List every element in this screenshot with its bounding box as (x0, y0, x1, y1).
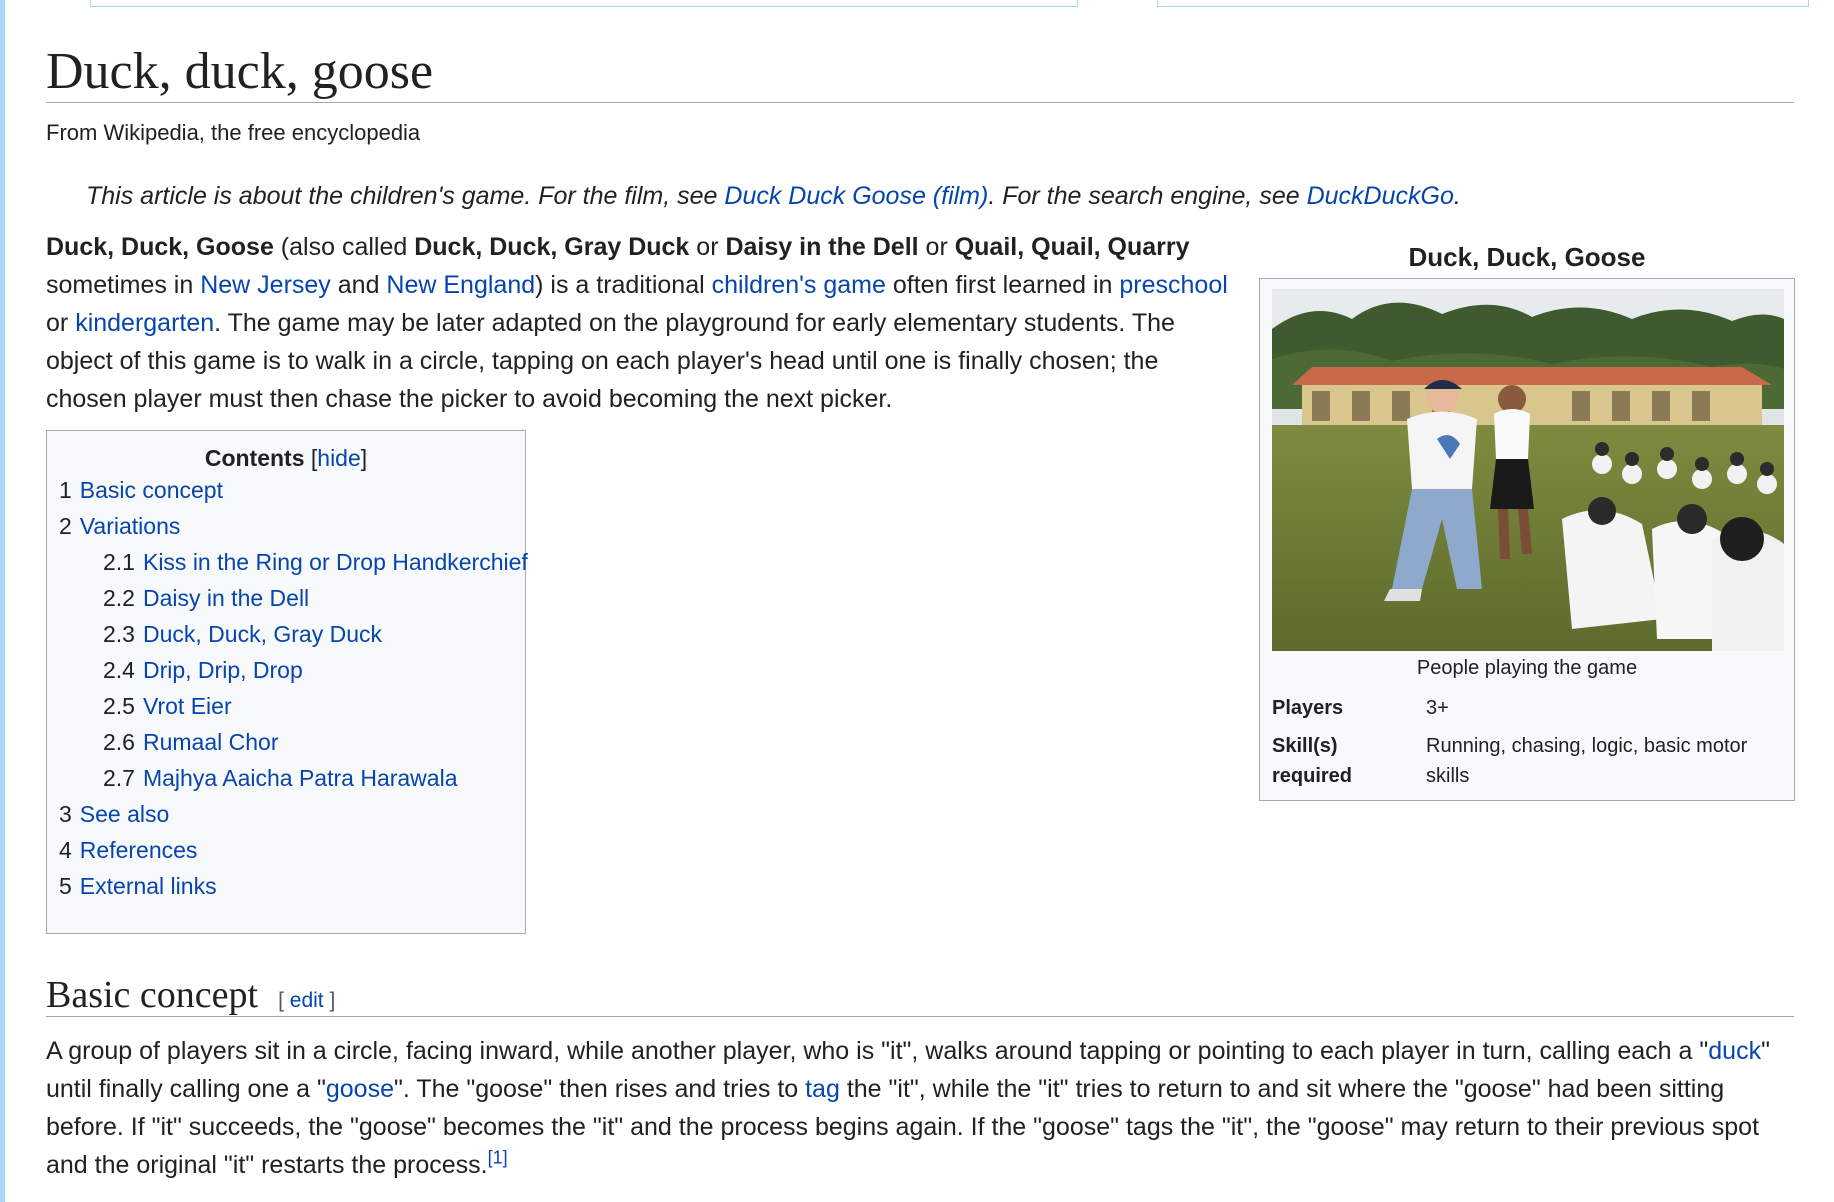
bold-alt-name: Duck, Duck, Gray Duck (414, 233, 690, 261)
film-link[interactable]: Duck Duck Goose (film) (724, 182, 988, 210)
kindergarten-link[interactable]: kindergarten (75, 309, 214, 337)
toc-item[interactable]: 2.4 Drip, Drip, Drop (47, 652, 525, 688)
toc-number: 2.6 (103, 729, 135, 755)
toc-link[interactable]: Drip, Drip, Drop (143, 657, 303, 683)
toc-item[interactable]: 2.3 Duck, Duck, Gray Duck (47, 616, 525, 652)
toc-title: Contents [hide] (47, 445, 525, 472)
lead-text: or (689, 233, 726, 261)
bold-title: Duck, Duck, Goose (46, 233, 274, 261)
lead-text: or (46, 309, 76, 337)
lead-text: and (330, 271, 387, 299)
lead-text: often first learned in (885, 271, 1120, 299)
toc-link[interactable]: Duck, Duck, Gray Duck (143, 621, 382, 647)
toc-number: 1 (59, 477, 72, 503)
bold-alt-name: Daisy in the Dell (725, 233, 919, 261)
left-border (0, 0, 5, 1202)
toc-number: 2.5 (103, 693, 135, 719)
photo-illustration (1272, 289, 1784, 651)
toc-item[interactable]: 2.6 Rumaal Chor (47, 724, 525, 760)
game-photo[interactable] (1272, 289, 1784, 651)
infobox: Duck, Duck, Goose People playing the gam… (1259, 236, 1795, 801)
lead-text: or (918, 233, 955, 261)
infobox-title: Duck, Duck, Goose (1408, 242, 1646, 272)
toc-number: 2.4 (103, 657, 135, 683)
site-tagline: From Wikipedia, the free encyclopedia (46, 120, 421, 145)
section-edit: [ edit ] (278, 989, 335, 1012)
infobox-row-skills: Skill(s) required Running, chasing, logi… (1272, 731, 1782, 791)
toc-number: 5 (59, 873, 72, 899)
toc-link[interactable]: Rumaal Chor (143, 729, 279, 755)
toc-number: 2.3 (103, 621, 135, 647)
toc-number: 2.1 (103, 549, 135, 575)
top-tab-strip-left (90, 0, 1078, 7)
lead-text: ) is a traditional (535, 271, 712, 299)
new-jersey-link[interactable]: New Jersey (200, 271, 331, 299)
toc-link[interactable]: Daisy in the Dell (143, 585, 309, 611)
page-title: Duck, duck, goose (46, 40, 1794, 103)
infobox-row-players: Players 3+ (1272, 693, 1782, 723)
toc-link[interactable]: Vrot Eier (143, 693, 232, 719)
toc-number: 2 (59, 513, 72, 539)
lead-paragraph: Duck, Duck, Goose (also called Duck, Duc… (46, 228, 1238, 418)
toc-item[interactable]: 2.1 Kiss in the Ring or Drop Handkerchief (47, 544, 528, 580)
top-tab-strip-right (1157, 0, 1809, 7)
table-of-contents: Contents [hide] 1 Basic concept 2 Variatio… (46, 430, 528, 934)
toc-number: 2.2 (103, 585, 135, 611)
edit-bracket: [ (278, 989, 290, 1012)
toc-item[interactable]: 2.5 Vrot Eier (47, 688, 525, 724)
toc-item[interactable]: 3 See also (47, 796, 525, 832)
toc-item[interactable]: 5 External links (47, 868, 525, 904)
toc-heading: Contents (204, 445, 305, 471)
infobox-body: People playing the game Players 3+ Skill… (1259, 278, 1795, 801)
hatnote: This article is about the children's gam… (86, 182, 1461, 211)
toc-link[interactable]: Majhya Aaicha Patra Harawala (143, 765, 458, 791)
lead-text: (also called (273, 233, 415, 261)
toc-link[interactable]: References (80, 837, 198, 863)
toc-item[interactable]: 2.2 Daisy in the Dell (47, 580, 525, 616)
tag-link[interactable]: tag (805, 1075, 840, 1103)
childrens-game-link[interactable]: children's game (712, 271, 886, 299)
image-caption: People playing the game (1416, 657, 1638, 679)
edit-link[interactable]: edit (290, 989, 324, 1012)
skills-value: Running, chasing, logic, basic motor ski… (1426, 735, 1748, 787)
toc-number: 4 (59, 837, 72, 863)
edit-bracket: ] (323, 989, 336, 1012)
goose-link[interactable]: goose (326, 1075, 394, 1103)
duck-link[interactable]: duck (1708, 1037, 1761, 1065)
new-england-link[interactable]: New England (386, 271, 535, 299)
preschool-link[interactable]: preschool (1119, 271, 1227, 299)
toc-link[interactable]: Kiss in the Ring or Drop Handkerchief (143, 549, 528, 575)
toc-hide-toggle[interactable]: hide (317, 445, 360, 471)
hatnote-text: This article is about the children's gam… (86, 182, 725, 210)
toc-link[interactable]: See also (80, 801, 170, 827)
toc-number: 3 (59, 801, 72, 827)
section-heading-text: Basic concept (46, 974, 259, 1016)
lead-text: sometimes in (46, 271, 201, 299)
toc-item[interactable]: 2.7 Majhya Aaicha Patra Harawala (47, 760, 525, 796)
toc-item[interactable]: 1 Basic concept (47, 472, 525, 508)
toc-link[interactable]: Variations (80, 513, 181, 539)
section-heading: Basic concept [ edit ] (46, 972, 1794, 1017)
hatnote-text: . For the search engine, see (988, 182, 1307, 210)
toc-bracket: ] (360, 445, 368, 471)
players-label: Players (1272, 697, 1344, 719)
paragraph-text: ". The "goose" then rises and tries to (394, 1075, 806, 1103)
duckduckgo-link[interactable]: DuckDuckGo (1307, 182, 1454, 210)
skills-label: Skill(s) required (1272, 735, 1353, 787)
toc-list: 1 Basic concept 2 Variations 2.1 Kiss in th… (47, 472, 528, 904)
toc-item[interactable]: 4 References (47, 832, 525, 868)
toc-link[interactable]: Basic concept (80, 477, 223, 503)
reference-link[interactable]: [1] (488, 1148, 508, 1168)
section-paragraph: A group of players sit in a circle, faci… (46, 1032, 1794, 1184)
toc-item[interactable]: 2 Variations (47, 508, 525, 544)
toc-link[interactable]: External links (80, 873, 217, 899)
hatnote-text: . (1453, 182, 1461, 210)
lead-text: . The game may be later adapted on the p… (46, 309, 1175, 413)
players-value: 3+ (1426, 697, 1449, 719)
toc-number: 2.7 (103, 765, 135, 791)
bold-alt-name: Quail, Quail, Quarry (954, 233, 1190, 261)
paragraph-text: A group of players sit in a circle, faci… (46, 1037, 1709, 1065)
